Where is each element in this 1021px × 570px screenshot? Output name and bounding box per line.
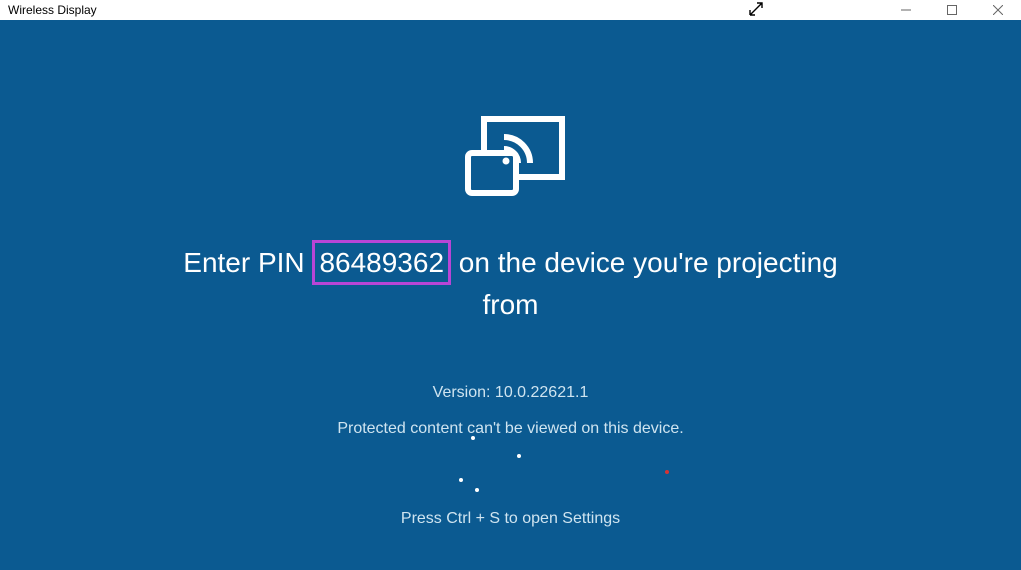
version-label: Version: 10.0.22621.1 <box>433 384 589 402</box>
spinner-dot <box>517 454 521 458</box>
main-content: Enter PIN 86489362 on the device you're … <box>0 20 1021 570</box>
pin-message: Enter PIN 86489362 on the device you're … <box>161 240 861 324</box>
spinner-dot <box>459 478 463 482</box>
close-button[interactable] <box>975 0 1021 20</box>
pin-suffix-text: on the device you're projecting from <box>451 247 838 320</box>
expand-icon[interactable] <box>749 2 763 19</box>
app-title: Wireless Display <box>8 3 97 17</box>
cursor-dot <box>665 470 669 474</box>
settings-hint: Press Ctrl + S to open Settings <box>401 510 620 528</box>
loading-spinner <box>471 430 551 490</box>
spinner-dot <box>471 436 475 440</box>
pin-value-highlight: 86489362 <box>312 240 451 285</box>
minimize-button[interactable] <box>883 0 929 20</box>
pin-prefix-text: Enter PIN <box>183 247 312 278</box>
titlebar: Wireless Display <box>0 0 1021 20</box>
titlebar-title-area: Wireless Display <box>8 3 97 17</box>
spinner-dot <box>475 488 479 492</box>
cast-icon <box>456 115 566 210</box>
maximize-button[interactable] <box>929 0 975 20</box>
titlebar-controls <box>749 0 1021 20</box>
